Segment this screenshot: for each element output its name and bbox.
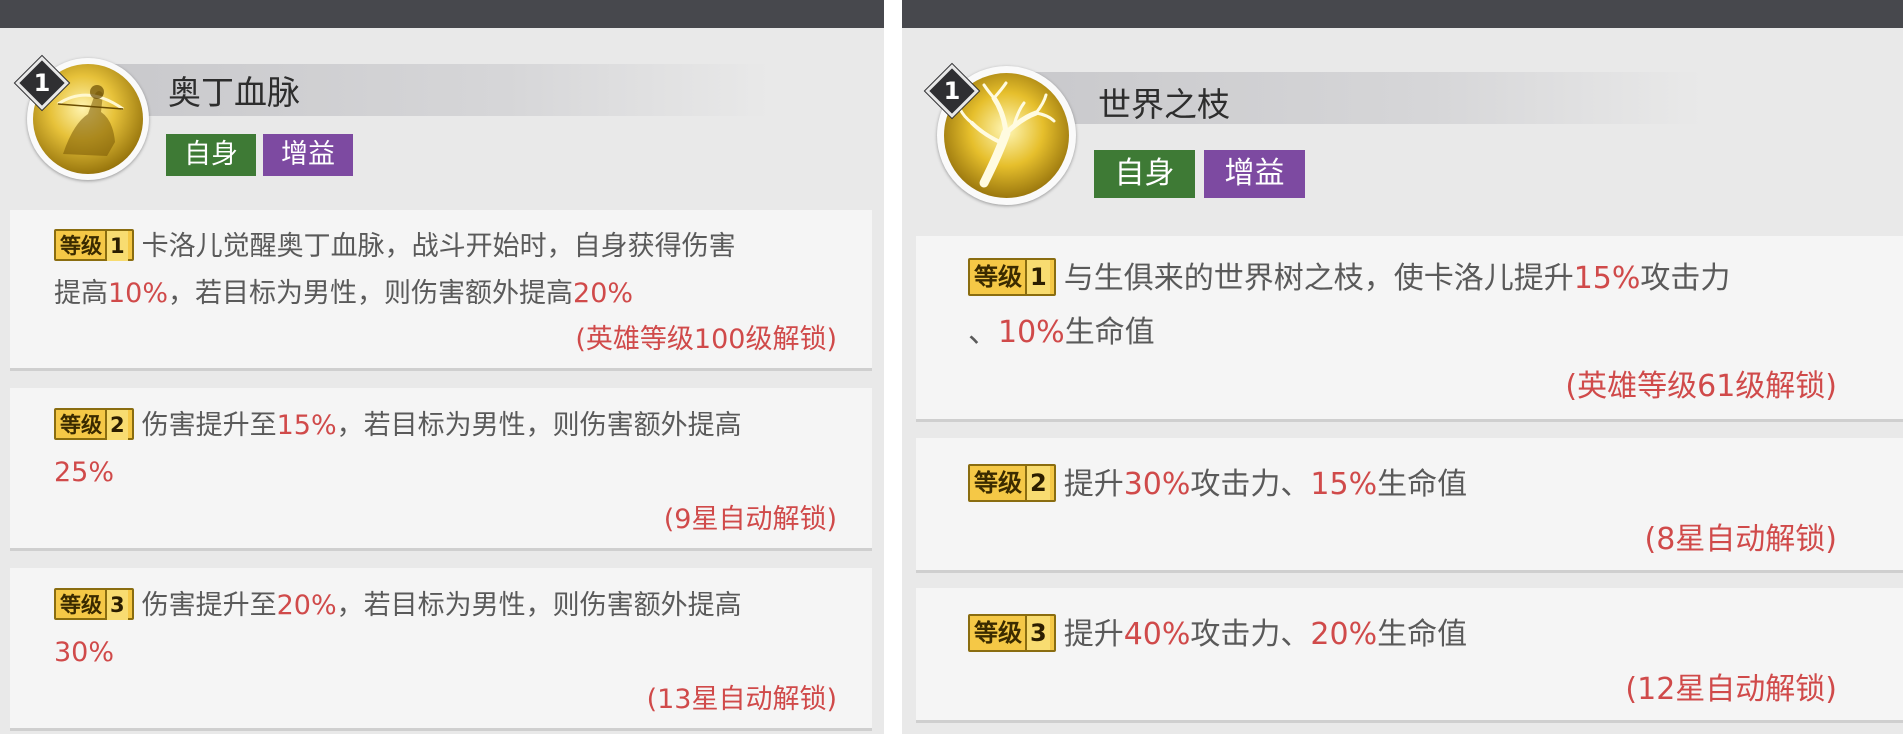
level-card-2: 等级 2 伤害提升至15%，若目标为男性，则伤害额外提高 25% (9星自动解锁) [10, 388, 872, 551]
unlock-condition: (9星自动解锁) [663, 504, 837, 535]
skill-panel-left: 奥丁血脉 1 自身 增益 等级 1 卡洛儿觉醒奥丁血脉，战斗开始时，自身获得伤害… [0, 0, 884, 734]
card-line-1: 等级 2 伤害提升至15%，若目标为男性，则伤害额外提高 [54, 402, 742, 449]
unlock-condition: (13星自动解锁) [646, 684, 837, 715]
level-chip: 等级 1 [54, 228, 134, 261]
level-card-1: 等级 1 与生俱来的世界树之枝，使卡洛儿提升15%攻击力 、10%生命值 (英雄等级… [916, 236, 1903, 422]
level-chip: 等级 2 [54, 407, 134, 440]
skill-level-number: 1 [943, 77, 961, 105]
tag-buff: 增益 [263, 134, 353, 176]
unlock-condition: (英雄等级61级解锁) [1565, 369, 1837, 404]
card-line-1: 等级 3 提升40%攻击力、20%生命值 [968, 608, 1467, 662]
top-bar [902, 0, 1903, 28]
card-line-1: 等级 3 伤害提升至20%，若目标为男性，则伤害额外提高 [54, 582, 742, 629]
card-line-1: 等级 2 提升30%攻击力、15%生命值 [968, 458, 1467, 512]
card-line-2: 25% [54, 457, 115, 488]
card-line-2: 提高10%，若目标为男性，则伤害额外提高20% [54, 278, 634, 309]
unlock-condition: (8星自动解锁) [1644, 522, 1838, 557]
unlock-condition: (12星自动解锁) [1625, 672, 1837, 707]
top-bar [0, 0, 884, 28]
level-chip: 等级 3 [968, 613, 1056, 652]
tag-buff: 增益 [1204, 150, 1305, 198]
level-chip: 等级 1 [968, 257, 1056, 296]
tag-self: 自身 [1094, 150, 1195, 198]
card-line-2: 30% [54, 637, 115, 668]
skill-name: 世界之枝 [1098, 85, 1230, 124]
level-card-1: 等级 1 卡洛儿觉醒奥丁血脉，战斗开始时，自身获得伤害 提高10%，若目标为男性，则… [10, 210, 872, 371]
card-line-1: 等级 1 与生俱来的世界树之枝，使卡洛儿提升15%攻击力 [968, 252, 1730, 306]
level-chip: 等级 2 [968, 463, 1056, 502]
card-line-1: 等级 1 卡洛儿觉醒奥丁血脉，战斗开始时，自身获得伤害 [54, 223, 736, 270]
level-card-2: 等级 2 提升30%攻击力、15%生命值 (8星自动解锁) [916, 438, 1903, 573]
level-chip: 等级 3 [54, 587, 134, 620]
unlock-condition: (英雄等级100级解锁) [575, 324, 837, 355]
skill-name: 奥丁血脉 [168, 73, 300, 112]
skill-panel-right: 世界之枝 1 自身 增益 等级 1 与生俱来的世界树之枝，使卡洛儿提升15%攻击… [902, 0, 1903, 734]
skill-level-number: 1 [33, 69, 51, 97]
tag-self: 自身 [166, 134, 256, 176]
level-card-3: 等级 3 提升40%攻击力、20%生命值 (12星自动解锁) [916, 588, 1903, 723]
card-line-2: 、10%生命值 [968, 315, 1155, 350]
level-card-3: 等级 3 伤害提升至20%，若目标为男性，则伤害额外提高 30% (13星自动解锁) [10, 568, 872, 731]
